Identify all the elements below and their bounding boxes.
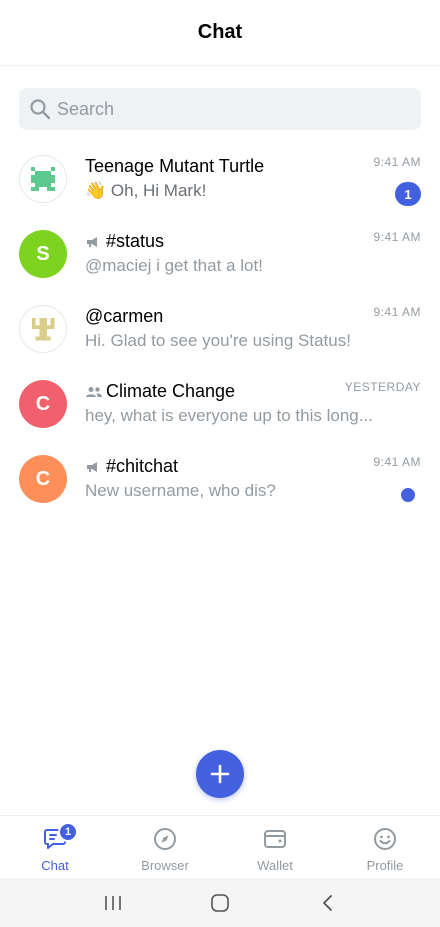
chat-timestamp: 9:41 AM [373, 455, 421, 469]
chat-title: #chitchat [106, 456, 179, 476]
tab-label: Browser [141, 858, 189, 873]
megaphone-icon [85, 235, 103, 249]
new-chat-button[interactable] [196, 750, 244, 798]
search-bar[interactable] [19, 88, 421, 130]
app-header: Chat [0, 0, 440, 66]
chat-timestamp: 9:41 AM [373, 155, 421, 169]
recent-apps-icon [105, 895, 122, 910]
chat-item-chitchat[interactable]: C #chitchat New username, who dis? 9:41 … [0, 440, 440, 515]
chat-timestamp: 9:41 AM [373, 305, 421, 319]
back-icon [322, 894, 332, 911]
chat-item-climate-change[interactable]: C Climate Change hey, what is everyone u… [0, 365, 440, 440]
group-icon [85, 385, 103, 399]
megaphone-icon [85, 460, 103, 474]
chat-preview: New username, who dis? [85, 481, 276, 500]
chat-icon: 1 [42, 822, 78, 852]
page-title: Chat [197, 21, 243, 43]
tab-wallet[interactable]: Wallet [220, 816, 330, 878]
tab-badge: 1 [58, 822, 78, 842]
home-icon [211, 893, 229, 912]
back-button[interactable] [307, 883, 347, 923]
tab-chat[interactable]: 1 Chat [0, 816, 110, 878]
chat-preview: Hi. Glad to see you're using Status! [85, 331, 351, 350]
home-button[interactable] [200, 883, 240, 923]
plus-icon [210, 764, 230, 784]
chat-title: Climate Change [106, 381, 236, 401]
unread-indicator [401, 488, 415, 502]
unread-badge: 1 [395, 182, 421, 206]
tab-label: Chat [41, 858, 69, 873]
recent-apps-button[interactable] [93, 883, 133, 923]
chat-title: @carmen [85, 306, 164, 326]
wallet-icon [262, 826, 288, 852]
search-icon [29, 98, 51, 120]
chat-list: Teenage Mutant Turtle 👋 Oh, Hi Mark! 9:4… [0, 140, 440, 515]
chat-timestamp: YESTERDAY [344, 380, 421, 394]
avatar: C [19, 455, 67, 503]
chat-timestamp: 9:41 AM [373, 230, 421, 244]
search-input[interactable] [57, 98, 397, 120]
tab-label: Wallet [257, 858, 293, 873]
avatar: C [19, 380, 67, 428]
chat-item-status[interactable]: S #status @maciej i get that a lot! 9:41… [0, 215, 440, 290]
chat-title: Teenage Mutant Turtle [85, 156, 265, 176]
chat-preview: @maciej i get that a lot! [85, 256, 263, 275]
tab-label: Profile [366, 858, 404, 873]
chat-preview: hey, what is everyone up to this long... [85, 406, 373, 425]
system-nav-bar [0, 878, 440, 927]
tab-browser[interactable]: Browser [110, 816, 220, 878]
bottom-tab-bar: 1 Chat Browser Wallet Profile [0, 815, 440, 878]
chat-title: #status [106, 231, 165, 251]
smiley-icon [372, 826, 398, 852]
avatar: S [19, 230, 67, 278]
chat-item-carmen[interactable]: @carmen Hi. Glad to see you're using Sta… [0, 290, 440, 365]
avatar [19, 305, 67, 353]
tab-profile[interactable]: Profile [330, 816, 440, 878]
chat-item-teenage-mutant-turtle[interactable]: Teenage Mutant Turtle 👋 Oh, Hi Mark! 9:4… [0, 140, 440, 215]
avatar [19, 155, 67, 203]
compass-icon [152, 826, 178, 852]
chat-preview: 👋 Oh, Hi Mark! [85, 181, 207, 200]
